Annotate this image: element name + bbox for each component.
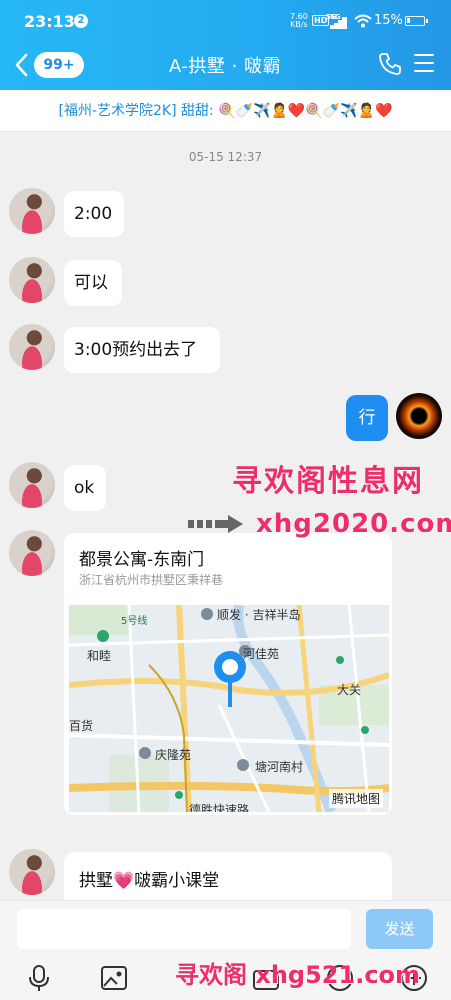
location-card[interactable]: 都景公寓-东南门 浙江省杭州市拱墅区秉祥巷 5号线 顺发 · 吉祥半岛 和睦 河…	[64, 533, 392, 815]
arrow-right-icon	[188, 515, 243, 533]
message-timestamp: 05-15 12:37	[188, 150, 263, 164]
chat-title: A-拱墅 · 啵霸	[168, 56, 282, 77]
message-input[interactable]	[17, 909, 351, 949]
my-avatar[interactable]	[396, 393, 442, 439]
map-label-shunfa: 顺发 · 吉祥半岛	[217, 608, 301, 622]
watermark-bottom: 寻欢阁 xhg521.com	[175, 961, 421, 989]
battery-icon	[405, 16, 428, 26]
avatar[interactable]	[9, 849, 55, 895]
back-button[interactable]: 99+	[12, 50, 84, 80]
map-image	[69, 605, 389, 812]
message-bubble[interactable]: 3:00预约出去了	[64, 327, 220, 373]
menu-icon[interactable]	[414, 54, 434, 72]
status-time: 23:13	[24, 12, 75, 31]
my-message-bubble[interactable]: 行	[346, 395, 388, 441]
message-bubble[interactable]: 2:00	[64, 191, 124, 237]
course-title: 拱墅💗啵霸小课堂	[79, 871, 220, 891]
avatar[interactable]	[9, 324, 55, 370]
chat-navbar: 99+ A-拱墅 · 啵霸	[0, 40, 451, 90]
avatar[interactable]	[9, 188, 55, 234]
avatar[interactable]	[9, 530, 55, 576]
avatar[interactable]	[9, 462, 55, 508]
signal-bars-1	[304, 13, 345, 29]
location-map[interactable]: 5号线 顺发 · 吉祥半岛 和睦 河佳苑 大关 百货 庆隆苑 塘河南村 德胜快速…	[69, 605, 389, 812]
watermark-text: 寻欢阁性息网	[232, 464, 424, 499]
map-label-hemu: 和睦	[87, 649, 112, 663]
notification-count-badge: 2	[74, 14, 88, 28]
location-address: 浙江省杭州市拱墅区秉祥巷	[79, 573, 224, 587]
signal-icon-2: 5G	[330, 13, 350, 29]
chevron-left-icon	[15, 53, 28, 77]
image-icon[interactable]	[100, 964, 128, 992]
message-bubble[interactable]: 可以	[64, 260, 122, 306]
map-brand: 腾讯地图	[328, 789, 383, 808]
unread-badge: 99+	[34, 52, 84, 78]
map-label-baihuo: 百货	[69, 719, 94, 733]
avatar[interactable]	[9, 257, 55, 303]
status-bar: 23:13 2 7.60 KB/s HD 5G 5G 15%	[0, 0, 451, 40]
wifi-icon	[354, 14, 372, 28]
watermark-url: xhg2020.com	[256, 509, 451, 539]
top-header: 23:13 2 7.60 KB/s HD 5G 5G 15% 99+ A-拱墅 ·…	[0, 0, 451, 90]
map-label-qinglong: 庆隆苑	[155, 748, 192, 762]
location-title: 都景公寓-东南门	[79, 550, 205, 570]
phone-icon[interactable]	[378, 52, 402, 76]
map-label-hejiayuan: 河佳苑	[243, 647, 280, 661]
send-button[interactable]: 发送	[366, 909, 433, 949]
map-label-daguan: 大关	[337, 683, 362, 697]
map-label-road: 德胜快速路	[189, 803, 250, 812]
map-label-tanghe: 塘河南村	[255, 760, 304, 774]
message-bubble[interactable]: ok	[64, 465, 106, 511]
microphone-icon[interactable]	[25, 964, 53, 992]
group-notice-bar[interactable]: [福州-艺术学院2K] 甜甜: 🍭🍼✈️🙎❤️🍭🍼✈️🙎❤️	[0, 90, 451, 132]
map-label-line5: 5号线	[121, 616, 148, 627]
battery-percent: 15%	[374, 13, 403, 28]
